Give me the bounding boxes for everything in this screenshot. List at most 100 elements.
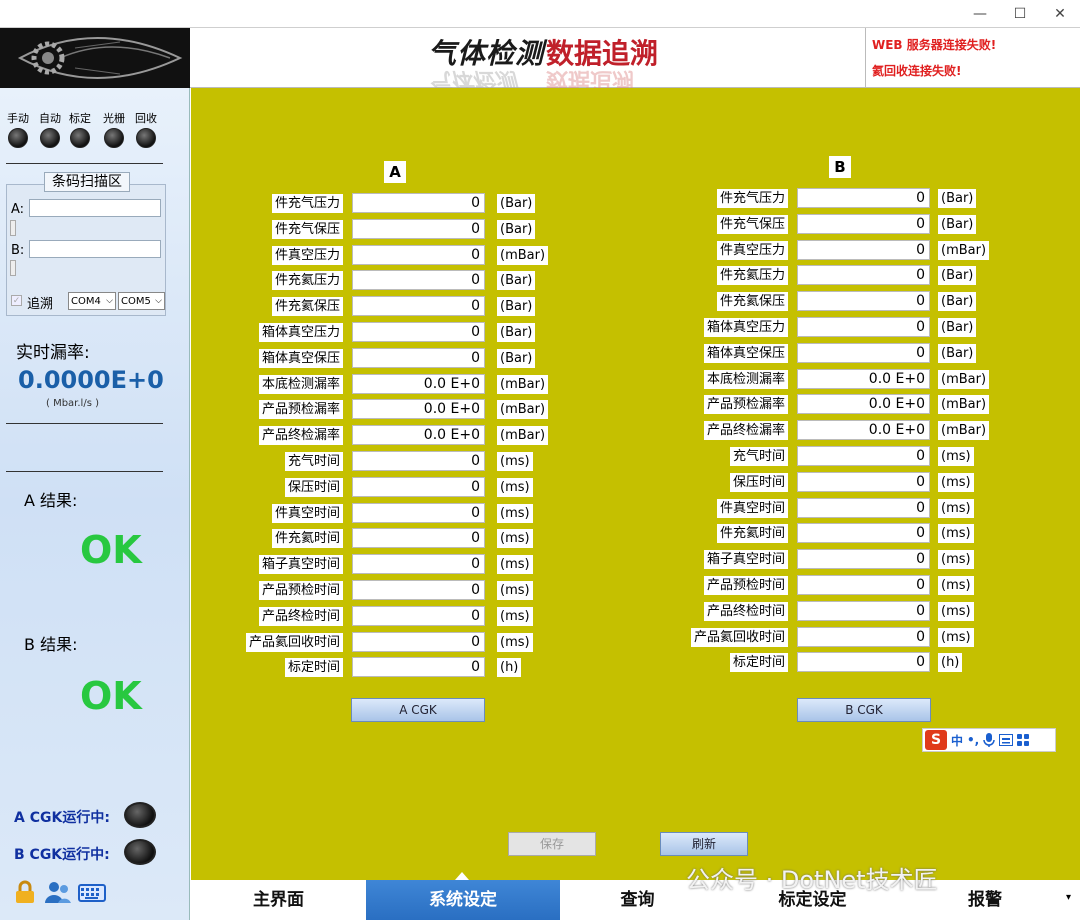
mode-label: 自动 [39,112,61,125]
scan-b-label: B: [11,243,25,258]
trace-checkbox[interactable]: ✓ [11,295,22,306]
watermark: 公众号 · DotNet技术匠 [686,866,938,894]
divider [6,471,163,472]
parameter-value-field[interactable]: 0.0 E+0 [352,425,485,445]
realtime-leak-unit: ( Mbar.l/s ) [46,398,99,409]
parameter-value-field[interactable]: 0 [797,498,930,518]
scan-b-slider[interactable] [10,260,16,276]
parameter-unit: (Bar) [497,271,536,290]
column-a-header: A [384,161,406,183]
parameter-value-field[interactable]: 0.0 E+0 [352,374,485,394]
parameter-label: 箱体真空压力 [258,323,343,342]
lock-icon[interactable] [14,880,36,904]
header-banner: 气体检测 数据追溯 气体检测 数据追溯 [190,28,865,92]
parameter-value-field[interactable]: 0 [352,554,485,574]
parameter-value-field[interactable]: 0 [797,472,930,492]
nav-overflow-arrow-icon[interactable]: ▾ [1066,892,1071,903]
parameter-label: 产品终检漏率 [703,421,788,440]
mode-label: 光栅 [103,112,125,125]
parameter-value-field[interactable]: 0 [352,451,485,471]
parameter-value-field[interactable]: 0 [352,580,485,600]
close-button[interactable]: ✕ [1040,0,1080,28]
scan-area-title: 条码扫描区 [44,172,130,192]
parameter-unit: (Bar) [938,266,977,285]
parameter-unit: (ms) [497,478,533,497]
parameter-unit: (mBar) [938,370,990,389]
tab-system-settings[interactable]: 系统设定 [366,880,560,920]
save-button[interactable]: 保存 [508,832,596,856]
parameter-unit: (mBar) [497,400,549,419]
scan-b-input[interactable] [29,240,161,258]
refresh-button[interactable]: 刷新 [660,832,748,856]
parameter-value-field[interactable]: 0 [797,265,930,285]
parameter-value-field[interactable]: 0.0 E+0 [797,394,930,414]
parameter-value-field[interactable]: 0 [352,477,485,497]
tab-main[interactable]: 主界面 [191,880,366,920]
parameter-unit: (h) [497,658,522,677]
parameter-value-field[interactable]: 0 [797,549,930,569]
com-a-select[interactable]: COM4 ⌵ [68,292,116,310]
parameter-value-field[interactable]: 0 [797,575,930,595]
maximize-button[interactable]: ☐ [1000,0,1040,28]
parameter-value-field[interactable]: 0 [797,652,930,672]
mode-label: 标定 [69,112,91,125]
parameter-label: 件充氦压力 [271,271,343,290]
eye-gear-logo-icon [17,37,183,79]
sogou-logo-icon: S [925,730,947,750]
parameter-unit: (Bar) [938,318,977,337]
ime-toolbar[interactable]: S 中 •, [922,728,1056,752]
parameter-value-field[interactable]: 0.0 E+0 [797,369,930,389]
parameter-value-field[interactable]: 0 [352,245,485,265]
parameter-label: 产品预检漏率 [703,395,788,414]
parameter-label: 件充气压力 [716,189,788,208]
parameter-value-field[interactable]: 0 [352,348,485,368]
parameter-value-field[interactable]: 0.0 E+0 [352,399,485,419]
active-tab-indicator-icon [455,872,469,880]
parameter-value-field[interactable]: 0 [797,317,930,337]
parameter-label: 件充氦时间 [716,524,788,543]
parameter-value-field[interactable]: 0 [797,523,930,543]
parameter-value-field[interactable]: 0 [797,343,930,363]
parameter-value-field[interactable]: 0 [352,528,485,548]
parameter-value-field[interactable]: 0.0 E+0 [797,420,930,440]
parameter-value-field[interactable]: 0 [352,632,485,652]
scan-a-input[interactable] [29,199,161,217]
parameter-unit: (ms) [497,529,533,548]
parameter-value-field[interactable]: 0 [797,240,930,260]
parameter-label: 箱体真空保压 [258,349,343,368]
parameter-value-field[interactable]: 0 [352,270,485,290]
parameter-value-field[interactable]: 0 [797,601,930,621]
parameter-value-field[interactable]: 0 [797,446,930,466]
parameter-value-field[interactable]: 0 [352,322,485,342]
parameter-value-field[interactable]: 0 [352,503,485,523]
ime-punctuation[interactable]: •, [967,733,979,747]
parameter-value-field[interactable]: 0 [797,214,930,234]
parameter-value-field[interactable]: 0 [352,657,485,677]
minimize-button[interactable]: — [960,0,1000,28]
parameter-label: 件充氦时间 [271,529,343,548]
b-cgk-button[interactable]: B CGK [797,698,931,722]
com-b-select[interactable]: COM5 ⌵ [118,292,165,310]
a-cgk-button[interactable]: A CGK [351,698,485,722]
keyboard-icon [999,734,1014,746]
users-icon[interactable] [44,880,72,904]
parameter-label: 本底检测漏率 [258,375,343,394]
mode-indicator [40,128,60,148]
chevron-down-icon: ⌵ [155,296,162,306]
parameter-value-field[interactable]: 0 [352,606,485,626]
keyboard-icon[interactable] [78,884,106,902]
parameter-value-field[interactable]: 0 [797,627,930,647]
parameter-value-field[interactable]: 0 [352,193,485,213]
parameter-value-field[interactable]: 0 [797,291,930,311]
scan-a-slider[interactable] [10,220,16,236]
parameter-label: 标定时间 [729,653,788,672]
parameter-value-field[interactable]: 0 [352,219,485,239]
result-b-label: B 结果: [24,635,78,654]
parameter-unit: (mBar) [938,421,990,440]
ime-language[interactable]: 中 [951,732,963,749]
realtime-leak-title: 实时漏率: [16,343,90,363]
parameter-value-field[interactable]: 0 [352,296,485,316]
parameter-value-field[interactable]: 0 [797,188,930,208]
cgk-a-indicator [124,802,156,828]
parameter-label: 件充氦保压 [271,297,343,316]
